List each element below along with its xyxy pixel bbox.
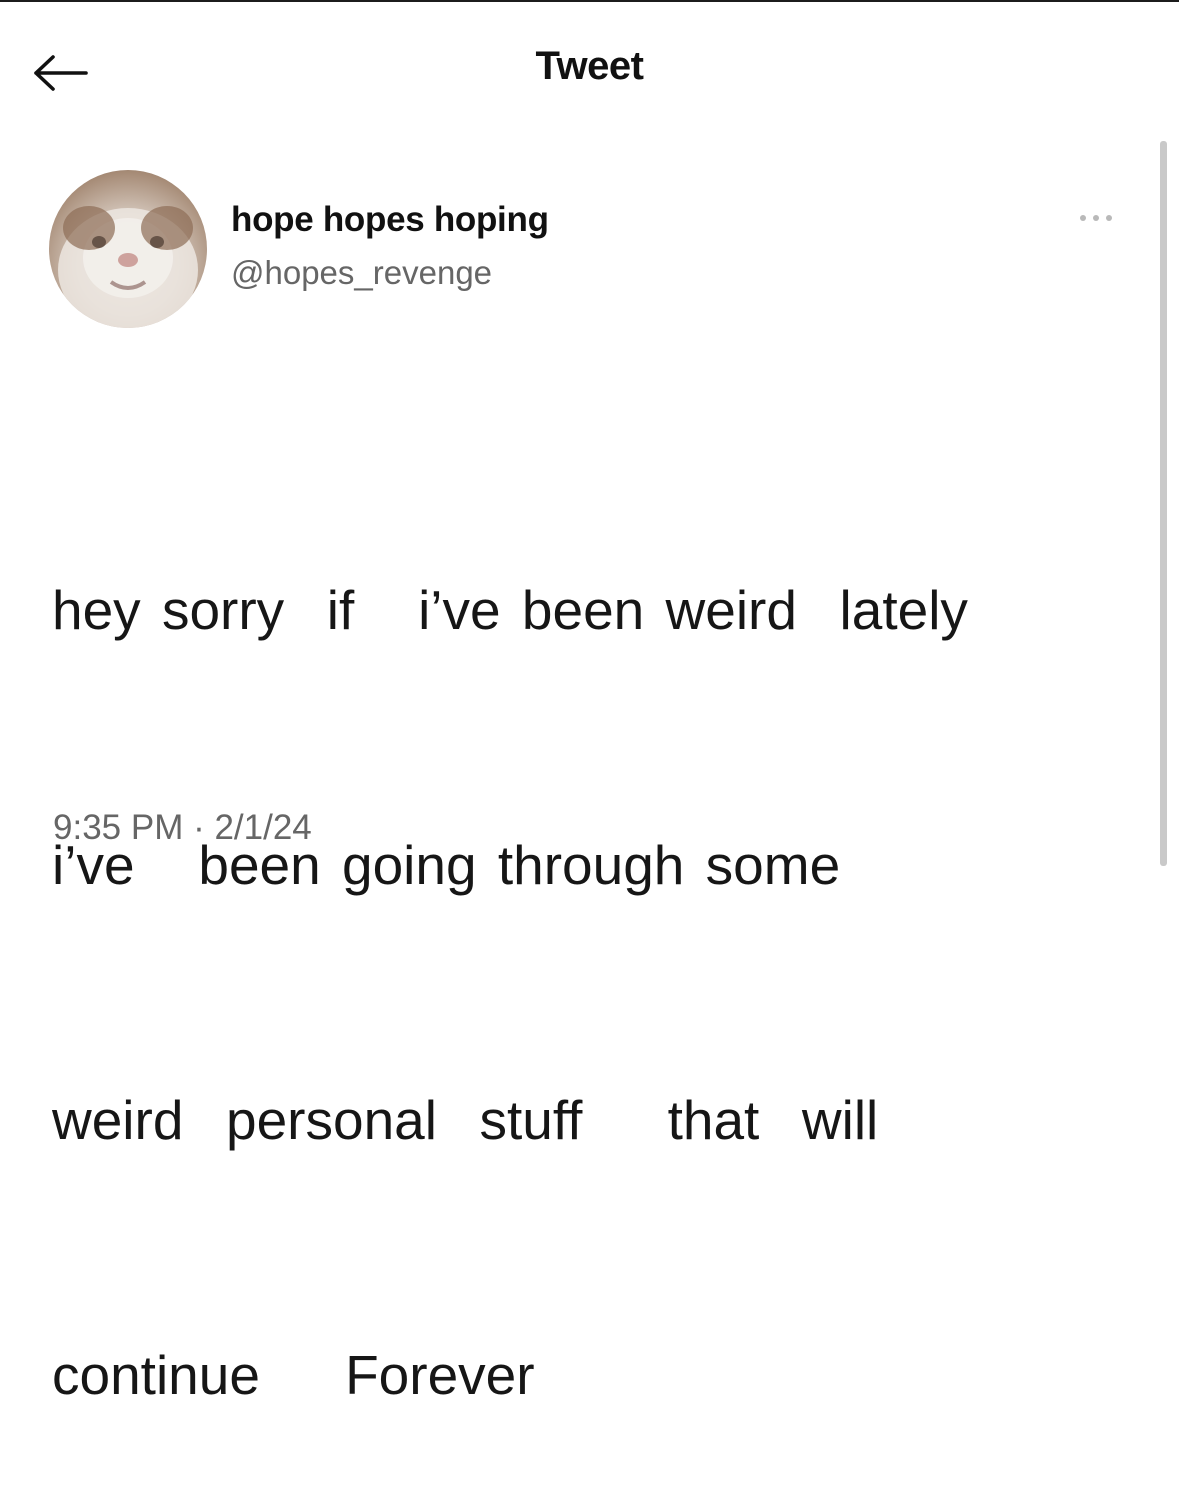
tweet-text-line: continue Forever — [52, 1344, 535, 1406]
display-name[interactable]: hope hopes hoping — [231, 200, 549, 240]
user-handle[interactable]: @hopes_revenge — [231, 254, 492, 292]
tweet-text-line: weird personal stuff that will — [52, 1089, 879, 1151]
scrollbar[interactable] — [1160, 141, 1167, 866]
avatar[interactable] — [49, 170, 207, 328]
more-options-button[interactable] — [1066, 204, 1126, 232]
top-bar: Tweet — [0, 0, 1179, 130]
tweet-text-line: hey sorry if i’ve been weird lately — [52, 579, 968, 641]
page-title: Tweet — [535, 44, 644, 88]
hamster-avatar-image — [58, 206, 198, 328]
tweet-timestamp[interactable]: 9:35 PM · 2/1/24 — [53, 808, 312, 848]
tweet-text: hey sorry if i’ve been weird lately i’ve… — [52, 398, 1132, 1503]
more-horizontal-icon — [1080, 215, 1112, 221]
